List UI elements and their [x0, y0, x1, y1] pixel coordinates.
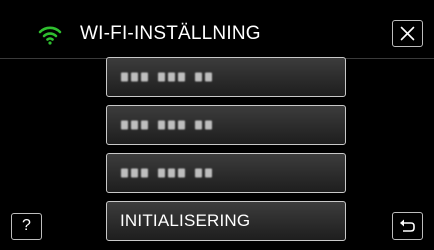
wifi-settings-screen: WI-FI-INSTÄLLNING INITIALISERING ? [0, 0, 434, 250]
masked-network-name [121, 72, 212, 82]
close-icon [400, 26, 415, 41]
access-point-item-3[interactable] [106, 153, 346, 193]
wifi-icon [38, 26, 62, 45]
access-point-item-1[interactable] [106, 57, 346, 97]
masked-network-name [121, 168, 212, 178]
back-icon [400, 219, 415, 232]
initialize-button[interactable]: INITIALISERING [106, 201, 346, 241]
page-title: WI-FI-INSTÄLLNING [80, 23, 261, 44]
masked-network-name [121, 120, 212, 130]
initialize-label: INITIALISERING [120, 211, 251, 230]
access-point-item-2[interactable] [106, 105, 346, 145]
close-button[interactable] [392, 20, 423, 47]
help-button[interactable]: ? [11, 213, 42, 240]
back-button[interactable] [392, 212, 423, 240]
